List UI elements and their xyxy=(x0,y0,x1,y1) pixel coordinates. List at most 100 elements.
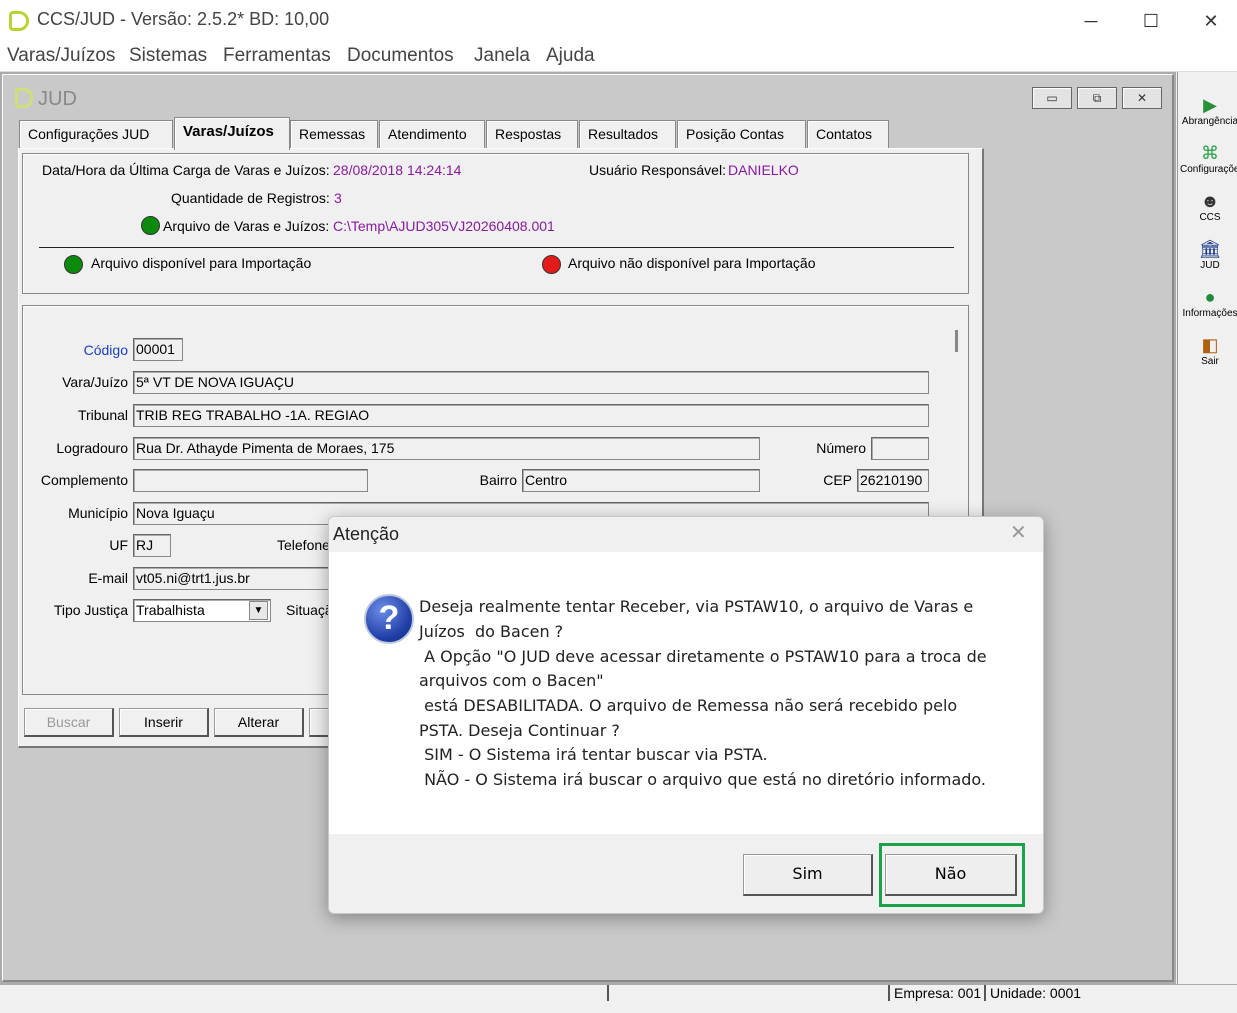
tab-respostas[interactable]: Respostas xyxy=(486,120,578,148)
menu-varas-juizos[interactable]: Varas/Juízos xyxy=(7,45,115,67)
vara-label: Vara/Juízo xyxy=(62,374,128,390)
inserir-button[interactable]: Inserir xyxy=(119,708,209,737)
window-title: CCS/JUD - Versão: 2.5.2* BD: 10,00 xyxy=(37,9,330,29)
dialog-message-line: PSTA. Deseja Continuar ? xyxy=(419,721,620,740)
buscar-button[interactable]: Buscar xyxy=(24,708,114,737)
status-divider xyxy=(607,985,611,1001)
child-minimize-button[interactable]: ▭ xyxy=(1032,87,1072,109)
file-path-value: C:\Temp\AJUD305VJ20260408.001 xyxy=(333,218,555,234)
record-count-label: Quantidade de Registros: xyxy=(171,190,330,206)
logradouro-field[interactable]: Rua Dr. Athayde Pimenta de Moraes, 175 xyxy=(133,437,760,460)
tab-atendimento[interactable]: Atendimento xyxy=(379,120,485,148)
status-empresa: Empresa: 001 xyxy=(888,985,981,1001)
last-load-value: 28/08/2018 14:24:14 xyxy=(333,162,462,178)
email-field[interactable]: vt05.ni@trt1.jus.br xyxy=(133,567,333,590)
toolbar-abrangencia[interactable]: ▶ Abrangência xyxy=(1180,94,1237,127)
legend-red-dot xyxy=(542,255,561,274)
toolbar-info-label: Informações xyxy=(1182,308,1237,319)
uf-label: UF xyxy=(109,537,128,553)
dialog-message-line: NÃO - O Sistema irá buscar o arquivo que… xyxy=(419,770,987,789)
numero-label: Número xyxy=(816,440,866,456)
info-globe-icon: ● xyxy=(1204,287,1216,307)
maximize-button[interactable]: ☐ xyxy=(1136,8,1166,34)
complemento-label: Complemento xyxy=(40,472,128,488)
record-count-value: 3 xyxy=(334,190,342,206)
toolbar-config-label: Configurações xyxy=(1180,164,1237,175)
municipio-label: Município xyxy=(68,505,128,521)
ccs-icon: ☻ xyxy=(1200,191,1220,211)
tab-posicao-contas[interactable]: Posição Contas xyxy=(677,120,806,148)
cep-field[interactable]: 26210190 xyxy=(857,469,929,492)
dialog-message-line: está DESABILITADA. O arquivo de Remessa … xyxy=(419,696,958,715)
complemento-field[interactable] xyxy=(133,469,368,492)
codigo-field[interactable]: 00001 xyxy=(133,338,183,361)
legend-unavailable: Arquivo não disponível para Importação xyxy=(568,255,816,271)
toolbar-jud-label: JUD xyxy=(1200,260,1220,271)
legend-available: Arquivo disponível para Importação xyxy=(91,255,312,271)
user-label: Usuário Responsável: xyxy=(589,162,726,178)
question-icon: ? xyxy=(364,594,414,644)
menu-ajuda[interactable]: Ajuda xyxy=(546,45,595,67)
tipo-justica-label: Tipo Justiça xyxy=(53,602,128,618)
child-close-button[interactable]: ✕ xyxy=(1122,87,1162,109)
child-window-title: JUD xyxy=(38,88,77,110)
legend-green-dot xyxy=(64,255,83,274)
tribunal-label: Tribunal xyxy=(77,407,128,423)
telefone-label: Telefone xyxy=(277,537,330,553)
dialog-message-line: arquivos com o Bacen" xyxy=(419,671,604,690)
tab-resultados[interactable]: Resultados xyxy=(579,120,676,148)
logradouro-label: Logradouro xyxy=(56,440,128,456)
dialog-body xyxy=(329,552,1043,834)
toolbar-sair-label: Sair xyxy=(1201,356,1219,367)
menu-sistemas[interactable]: Sistemas xyxy=(129,45,207,67)
menu-ferramentas[interactable]: Ferramentas xyxy=(223,45,331,67)
nao-button-highlight xyxy=(879,843,1025,907)
tab-contatos[interactable]: Contatos xyxy=(807,120,889,148)
chevron-down-icon[interactable]: ▼ xyxy=(249,601,268,620)
dialog-close-icon[interactable]: ✕ xyxy=(1010,520,1027,545)
config-icon: ⌘ xyxy=(1201,143,1219,163)
last-load-label: Data/Hora da Última Carga de Varas e Juí… xyxy=(42,162,330,178)
dialog-message-line: Juízos do Bacen ? xyxy=(419,622,564,641)
tab-varas-juizos[interactable]: Varas/Juízos xyxy=(174,117,290,150)
exit-door-icon: ◧ xyxy=(1201,335,1219,355)
toolbar-sair[interactable]: ◧ Sair xyxy=(1180,334,1237,367)
child-restore-button[interactable]: ⧉ xyxy=(1077,87,1117,109)
bairro-field[interactable]: Centro xyxy=(522,469,760,492)
email-label: E-mail xyxy=(88,570,128,586)
vara-field[interactable]: 5ª VT DE NOVA IGUAÇU xyxy=(133,371,929,394)
bairro-label: Bairro xyxy=(479,472,517,488)
menu-documentos[interactable]: Documentos xyxy=(347,45,454,67)
toolbar-jud[interactable]: 🏛 JUD xyxy=(1180,238,1237,271)
close-button[interactable]: ✕ xyxy=(1196,8,1226,34)
numero-field[interactable] xyxy=(871,437,929,460)
file-status-indicator xyxy=(141,216,160,235)
toolbar-abrangencia-label: Abrangência xyxy=(1181,116,1237,127)
alterar-button[interactable]: Alterar xyxy=(214,708,304,737)
tab-remessas[interactable]: Remessas xyxy=(290,120,378,148)
abrangencia-icon: ▶ xyxy=(1203,95,1217,115)
separator xyxy=(39,247,954,248)
toolbar-configuracoes[interactable]: ⌘ Configurações xyxy=(1180,142,1237,175)
codigo-label[interactable]: Código xyxy=(40,342,128,358)
jud-icon: 🏛 xyxy=(1198,239,1222,259)
file-label: Arquivo de Varas e Juízos: xyxy=(163,218,330,234)
dialog-message-line: A Opção "O JUD deve acessar diretamente … xyxy=(419,647,987,666)
scrollbar-marker[interactable] xyxy=(955,330,958,352)
user-value: DANIELKO xyxy=(728,162,799,178)
dialog-message-line: Deseja realmente tentar Receber, via PST… xyxy=(419,597,974,616)
minimize-button[interactable]: ─ xyxy=(1076,8,1106,34)
status-unidade: Unidade: 0001 xyxy=(984,985,1081,1001)
toolbar-informacoes[interactable]: ● Informações xyxy=(1180,286,1237,319)
menu-janela[interactable]: Janela xyxy=(474,45,530,67)
toolbar-ccs-label: CCS xyxy=(1199,212,1221,223)
uf-field[interactable]: RJ xyxy=(133,534,171,557)
app-logo-icon xyxy=(9,11,29,31)
dialog-title: Atenção xyxy=(333,524,400,544)
cep-label: CEP xyxy=(823,472,852,488)
tribunal-field[interactable]: TRIB REG TRABALHO -1A. REGIAO xyxy=(133,404,929,427)
dialog-message-line: SIM - O Sistema irá tentar buscar via PS… xyxy=(419,745,768,764)
sim-button[interactable]: Sim xyxy=(743,854,873,896)
toolbar-ccs[interactable]: ☻ CCS xyxy=(1180,190,1237,223)
tab-configuracoes-jud[interactable]: Configurações JUD xyxy=(19,120,173,148)
